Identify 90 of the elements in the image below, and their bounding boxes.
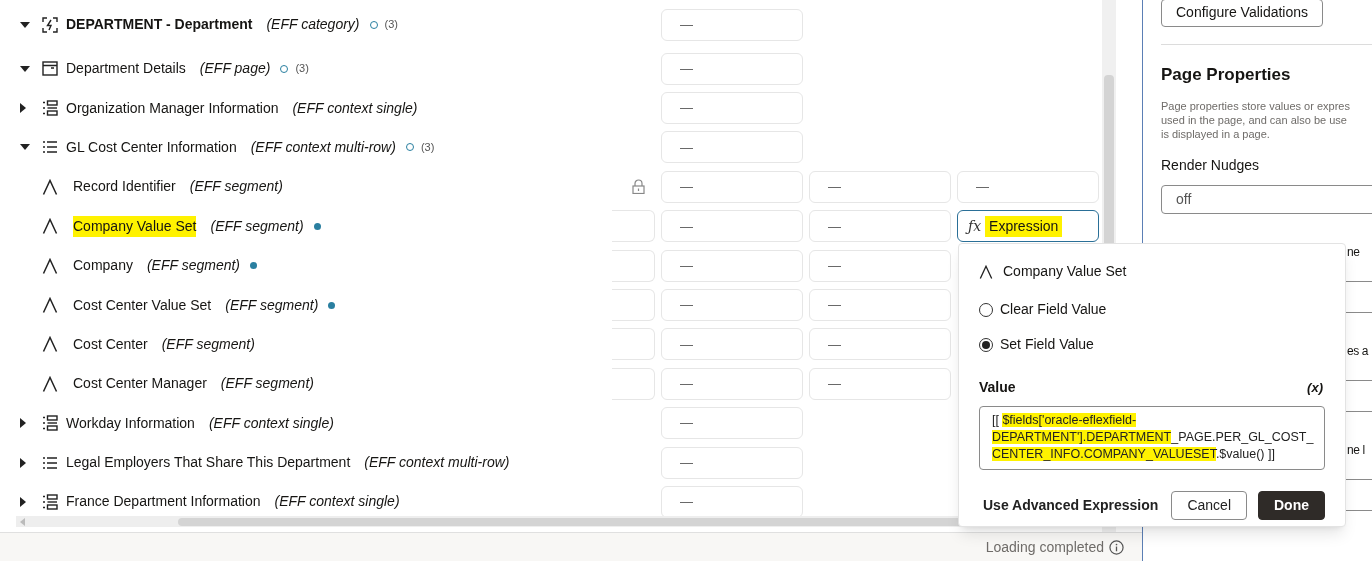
table-cell: — [809,249,951,282]
node-type: (EFF context single) [292,98,418,118]
advanced-expression-link[interactable]: Use Advanced Expression [983,495,1159,516]
count-label: (3) [384,17,398,33]
table-cell: — [809,328,951,361]
lightning-square-icon [42,16,58,33]
info-icon[interactable] [1109,539,1124,555]
variable-toggle[interactable]: (x) [1307,377,1323,398]
node-type: (EFF segment) [146,256,241,276]
field-name[interactable]: Cost Center Value Set [73,294,212,316]
window-icon [42,61,58,77]
node-type: (EFF segment) [220,374,314,394]
table-cell: — [661,210,803,243]
node-type: (EFF segment) [225,295,319,315]
table-cell: — [809,367,951,400]
field-name[interactable]: Record Identifier [73,176,176,198]
node-type: (EFF segment) [161,334,255,354]
node-type: (EFF segment) [189,177,283,197]
table-cell: — [957,170,1099,203]
cancel-button[interactable]: Cancel [1171,491,1247,520]
expression-label: Expression [985,215,1063,237]
stacked-list-icon [42,494,58,510]
field-label: ne [1347,245,1360,259]
collapse-caret-icon[interactable] [20,21,30,28]
field-label: es a [1347,344,1369,358]
list-icon [42,140,58,155]
render-nudges-field[interactable]: off [1161,185,1372,214]
description-text: Page properties store values or expres [1161,99,1351,113]
node-name[interactable]: Department Details [66,58,186,80]
letter-a-icon [42,375,58,392]
popup-title: Company Value Set [1003,262,1127,281]
count-label: (3) [295,61,309,77]
node-type: (EFF page) [199,59,271,79]
node-name[interactable]: Organization Manager Information [66,97,279,119]
collapse-caret-icon[interactable] [20,65,30,72]
status-text: Loading completed [985,537,1104,557]
stacked-list-icon [42,100,58,117]
table-cell: — [661,289,803,322]
field-name[interactable]: Cost Center Manager [73,373,207,395]
table-cell: — [661,170,803,203]
letter-a-icon [42,257,58,274]
description-text: used in the page, and can also be use [1161,113,1348,127]
stacked-list-icon [42,415,58,432]
letter-a-icon [42,218,58,235]
node-type: (EFF context single) [208,413,334,433]
done-button[interactable]: Done [1258,491,1325,520]
field-label: ne l [1347,443,1365,457]
table-cell: — [661,407,803,440]
node-name[interactable]: Legal Employers That Share This Department [66,452,351,474]
table-cell: — [809,289,951,322]
description-text: is displayed in a page. [1161,127,1271,141]
node-name[interactable]: France Department Information [66,491,261,513]
field-label: Value [979,378,1016,397]
node-type: (EFF category) [266,15,360,34]
table-cell: — [661,249,803,282]
table-cell: — [661,131,803,164]
configure-validations-button[interactable]: Configure Validations [1161,0,1324,27]
node-type: (EFF context multi-row) [364,453,510,473]
field-label: Render Nudges [1161,156,1261,175]
node-type: (EFF context single) [274,492,400,512]
expand-caret-icon[interactable] [20,103,26,114]
node-name[interactable]: Workday Information [66,412,195,434]
count-label: (3) [420,140,435,156]
table-cell: — [661,367,803,400]
node-type: (EFF segment) [210,216,304,236]
node-type: (EFF context multi-row) [250,137,396,157]
letter-a-icon [42,297,58,314]
letter-a-icon [979,264,993,279]
letter-a-icon [42,178,58,195]
table-cell: — [661,52,803,85]
table-cell: — [809,170,951,203]
expand-caret-icon[interactable] [20,418,26,429]
expression-field[interactable]: ƒx Expression [957,210,1099,243]
table-cell: — [661,8,803,41]
field-name[interactable]: Cost Center [73,333,148,355]
radio-option[interactable]: Set Field Value [979,334,1325,355]
node-name[interactable]: GL Cost Center Information [66,136,237,158]
table-cell: — [661,92,803,125]
node-name[interactable]: DEPARTMENT - Department [66,14,253,35]
field-name[interactable]: Company [73,255,133,277]
section-heading: Page Properties [1161,63,1292,86]
table-cell: — [661,328,803,361]
expand-caret-icon[interactable] [20,497,26,507]
table-cell: — [809,210,951,243]
radio-option[interactable]: Clear Field Value [979,299,1325,320]
list-icon [42,455,58,470]
expand-caret-icon[interactable] [20,457,26,468]
table-cell: — [661,446,803,479]
letter-a-icon [42,336,58,353]
collapse-caret-icon[interactable] [20,144,30,151]
